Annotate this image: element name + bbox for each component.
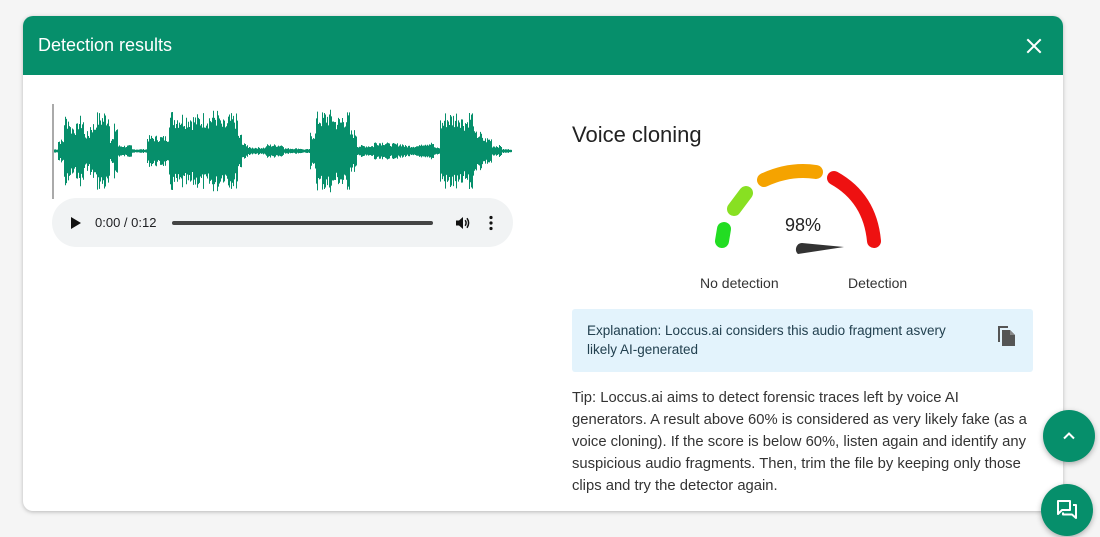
detection-gauge (715, 164, 881, 254)
audio-progress-track[interactable] (172, 220, 433, 225)
scroll-top-button[interactable] (1043, 410, 1095, 462)
copy-button[interactable] (995, 324, 1017, 348)
waveform-graphic (52, 104, 512, 199)
audio-player: 0:00 / 0:12 (52, 198, 513, 247)
gauge-segment-orange (757, 164, 823, 187)
audio-waveform[interactable] (52, 104, 514, 199)
gauge-segment-green (715, 222, 731, 248)
close-button[interactable] (1021, 33, 1047, 59)
gauge-segment-lime (727, 186, 753, 216)
tip-text: Tip: Loccus.ai aims to detect forensic t… (572, 390, 1027, 494)
gauge-score: 98% (784, 215, 822, 235)
more-vert-icon (489, 215, 493, 230)
close-icon (1026, 38, 1042, 53)
gauge-segment-red (827, 171, 881, 248)
section-title: Voice cloning (572, 122, 702, 147)
modal-title: Detection results (38, 35, 173, 55)
volume-button[interactable] (455, 215, 471, 231)
gauge-left-label: No detection (700, 275, 779, 291)
play-icon (71, 216, 81, 229)
chevron-up-icon (1063, 432, 1075, 440)
detection-results-modal: Detection results 0:00 / 0:12 Voice clon… (23, 16, 1063, 511)
gauge-needle (795, 243, 844, 254)
gauge-right-label: Detection (848, 275, 908, 291)
play-button[interactable] (70, 215, 84, 231)
modal-header: Detection results (23, 16, 1063, 75)
chat-icon (1057, 500, 1077, 519)
volume-icon (456, 216, 470, 229)
explanation-box: Explanation: Loccus.ai considers this au… (572, 309, 1033, 372)
copy-icon (998, 326, 1015, 346)
explanation-text: Explanation: Loccus.ai considers this au… (587, 323, 946, 357)
chat-button[interactable] (1041, 484, 1093, 536)
audio-time: 0:00 / 0:12 (95, 215, 157, 230)
more-options-button[interactable] (487, 215, 495, 231)
